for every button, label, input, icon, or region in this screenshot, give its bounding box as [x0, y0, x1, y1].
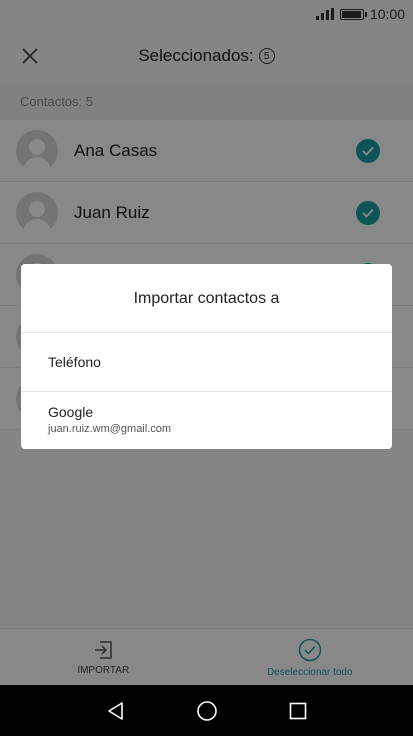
option-google[interactable]: Google juan.ruiz.wm@gmail.com	[21, 392, 392, 448]
option-phone-label: Teléfono	[48, 354, 101, 370]
back-button[interactable]	[96, 691, 136, 731]
recents-icon	[289, 702, 306, 719]
recents-button[interactable]	[278, 691, 318, 731]
home-button[interactable]	[187, 691, 227, 731]
dialog-title: Importar contactos a	[21, 264, 392, 333]
option-phone[interactable]: Teléfono	[21, 333, 392, 392]
import-dialog: Importar contactos a Teléfono Google jua…	[21, 264, 392, 449]
back-icon	[107, 701, 123, 720]
home-icon	[196, 700, 217, 721]
option-google-label: Google	[48, 404, 94, 420]
option-google-account: juan.ruiz.wm@gmail.com	[48, 423, 172, 435]
system-nav-bar	[0, 685, 413, 736]
